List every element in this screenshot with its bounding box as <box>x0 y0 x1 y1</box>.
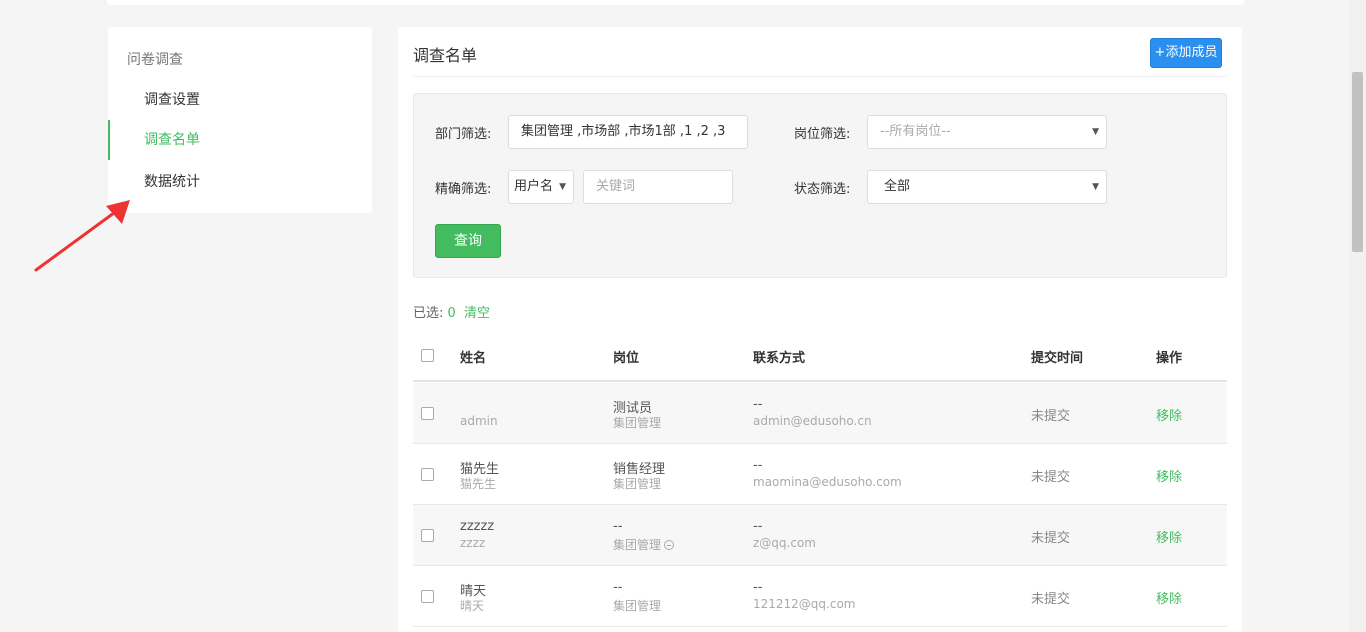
page-scrollbar[interactable] <box>1349 0 1366 632</box>
row-checkbox[interactable] <box>421 529 434 542</box>
row-dept: 集团管理 <box>613 477 662 491</box>
row-checkbox[interactable] <box>421 407 434 420</box>
caret-down-icon: ▼ <box>1092 182 1099 192</box>
main-panel: 调查名单 +添加成员 部门筛选: 集团管理 ,市场部 ,市场1部 ,1 ,2 ,… <box>398 27 1242 632</box>
row-status: 未提交 <box>1031 592 1071 607</box>
row-dept: 集团管理 <box>613 416 662 430</box>
sidebar-heading: 问卷调查 <box>127 52 183 68</box>
row-post: -- <box>613 580 623 595</box>
sidebar-item-survey-list[interactable]: 调查名单 <box>108 120 372 160</box>
row-checkbox[interactable] <box>421 590 434 603</box>
query-button[interactable]: 查询 <box>435 224 501 258</box>
row-checkbox[interactable] <box>421 468 434 481</box>
selection-label: 已选: <box>413 306 444 321</box>
exact-filter-label: 精确筛选: <box>435 182 492 197</box>
row-phone: -- <box>753 580 763 595</box>
caret-down-icon: ▼ <box>559 182 566 192</box>
caret-down-icon: ▼ <box>1092 127 1099 137</box>
table-header: 姓名 岗位 联系方式 提交时间 操作 <box>413 331 1227 382</box>
remove-link[interactable]: 移除 <box>1156 405 1182 424</box>
status-filter-value: 全部 <box>884 179 911 194</box>
status-filter-select[interactable]: 全部 ▼ <box>867 170 1107 204</box>
scrollbar-thumb[interactable] <box>1352 72 1363 252</box>
minus-circle-icon <box>664 540 675 550</box>
row-status: 未提交 <box>1031 470 1071 485</box>
row-username: 猫先生 <box>460 477 497 491</box>
selection-count: 0 <box>447 306 456 321</box>
table-row: zzzzz zzzz -- 集团管理 -- z@qq.com 未提交 移除 <box>413 505 1227 566</box>
header-name: 姓名 <box>460 351 487 366</box>
row-phone: -- <box>753 519 763 534</box>
row-username: admin <box>460 414 498 428</box>
selection-summary: 已选: 0 清空 <box>413 302 490 321</box>
remove-link[interactable]: 移除 <box>1156 527 1182 546</box>
row-email: z@qq.com <box>753 536 816 550</box>
annotation-arrow <box>34 200 130 272</box>
remove-link[interactable]: 移除 <box>1156 588 1182 607</box>
row-phone: -- <box>753 397 763 412</box>
top-bar <box>107 0 1244 5</box>
title-divider <box>413 76 1227 77</box>
row-name: zzzzz <box>460 519 495 534</box>
row-email: 121212@qq.com <box>753 597 856 611</box>
dept-filter-input[interactable]: 集团管理 ,市场部 ,市场1部 ,1 ,2 ,3 <box>508 115 748 149</box>
row-email: admin@edusoho.cn <box>753 414 872 428</box>
row-post: -- <box>613 519 623 534</box>
add-member-button[interactable]: +添加成员 <box>1150 38 1222 68</box>
table-row: 晴天 晴天 -- 集团管理 -- 121212@qq.com 未提交 移除 <box>413 566 1227 627</box>
row-status: 未提交 <box>1031 531 1071 546</box>
table-row: admin 测试员 集团管理 -- admin@edusoho.cn 未提交 移… <box>413 383 1227 444</box>
keyword-input[interactable]: 关键词 <box>583 170 733 204</box>
exact-filter-type-select[interactable]: 用户名 ▼ <box>508 170 574 204</box>
row-dept-wrap: 集团管理 <box>613 536 675 553</box>
row-dept: 集团管理 <box>613 599 662 613</box>
post-filter-select[interactable]: --所有岗位-- ▼ <box>867 115 1107 149</box>
row-phone: -- <box>753 458 763 473</box>
row-username: 晴天 <box>460 599 485 613</box>
row-username: zzzz <box>460 536 486 550</box>
sidebar-item-survey-settings[interactable]: 调查设置 <box>108 80 372 120</box>
header-post: 岗位 <box>613 351 640 366</box>
post-filter-label: 岗位筛选: <box>794 127 851 142</box>
header-action: 操作 <box>1156 351 1183 366</box>
row-status: 未提交 <box>1031 409 1071 424</box>
remove-link[interactable]: 移除 <box>1156 466 1182 485</box>
clear-selection-link[interactable]: 清空 <box>464 306 490 321</box>
row-dept: 集团管理 <box>613 538 662 552</box>
table-row: 猫先生 猫先生 销售经理 集团管理 -- maomina@edusoho.com… <box>413 444 1227 505</box>
header-submit-time: 提交时间 <box>1031 351 1084 366</box>
sidebar-item-data-statistics[interactable]: 数据统计 <box>108 162 372 202</box>
exact-filter-type-value: 用户名 <box>514 179 554 194</box>
filter-panel: 部门筛选: 集团管理 ,市场部 ,市场1部 ,1 ,2 ,3 岗位筛选: --所… <box>413 93 1227 278</box>
page-title: 调查名单 <box>413 46 478 65</box>
select-all-checkbox[interactable] <box>421 349 434 362</box>
post-filter-value: --所有岗位-- <box>880 124 951 139</box>
status-filter-label: 状态筛选: <box>794 182 851 197</box>
sidebar: 问卷调查 调查设置 调查名单 数据统计 <box>108 27 372 213</box>
row-email: maomina@edusoho.com <box>753 475 902 489</box>
dept-filter-label: 部门筛选: <box>435 127 492 142</box>
header-contact: 联系方式 <box>753 351 806 366</box>
